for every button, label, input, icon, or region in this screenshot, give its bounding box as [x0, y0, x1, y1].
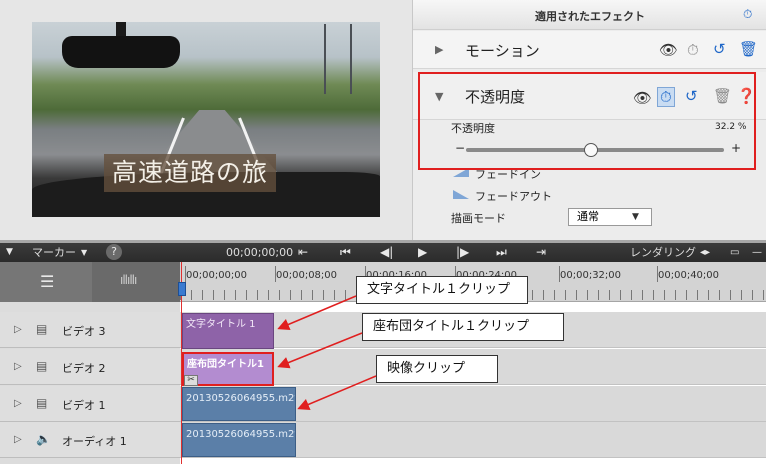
- arrow-to-cushion-clip: [277, 332, 363, 369]
- arrow-to-text-title-clip: [277, 295, 357, 331]
- arrow-to-video-clip: [297, 375, 377, 411]
- callout-arrows: [277, 295, 377, 411]
